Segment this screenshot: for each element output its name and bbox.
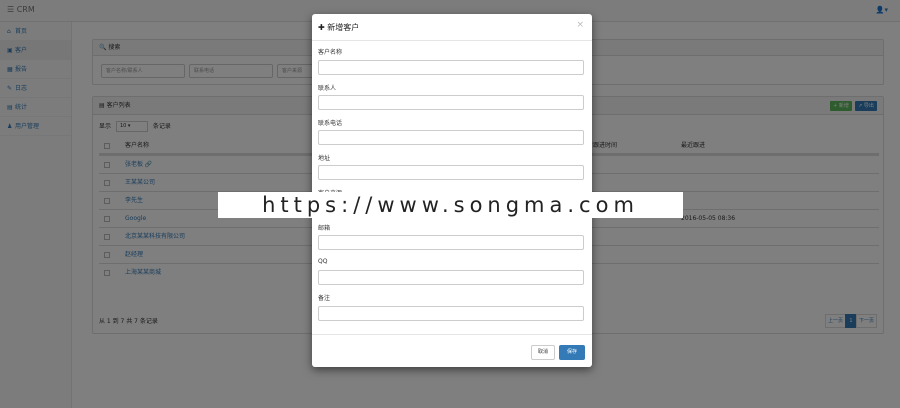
add-customer-modal: ✚ 新增客户 × 客户名称 联系人 联系电话 地址 客户来源 邮箱 QQ 备注 … — [312, 14, 592, 367]
address-label: 地址 — [318, 155, 331, 162]
email-label: 邮箱 — [318, 225, 331, 232]
remark-label: 备注 — [318, 295, 331, 302]
phone-field[interactable] — [318, 130, 584, 145]
contact-field[interactable] — [318, 95, 584, 110]
qq-field[interactable] — [318, 270, 584, 285]
customer-name-field[interactable] — [318, 60, 584, 75]
qq-label: QQ — [318, 258, 328, 265]
modal-footer: 取消 保存 — [312, 334, 592, 367]
address-field[interactable] — [318, 165, 584, 180]
cancel-button[interactable]: 取消 — [531, 345, 555, 360]
modal-title: ✚ 新增客户 — [318, 23, 360, 32]
remark-field[interactable] — [318, 306, 584, 321]
customer-name-label: 客户名称 — [318, 49, 343, 56]
modal-header: ✚ 新增客户 × — [312, 14, 592, 41]
watermark-banner: https://www.songma.com — [218, 192, 683, 218]
email-field[interactable] — [318, 235, 584, 250]
phone-label: 联系电话 — [318, 120, 343, 127]
close-icon[interactable]: × — [576, 20, 584, 30]
contact-label: 联系人 — [318, 85, 337, 92]
save-button[interactable]: 保存 — [559, 345, 585, 360]
